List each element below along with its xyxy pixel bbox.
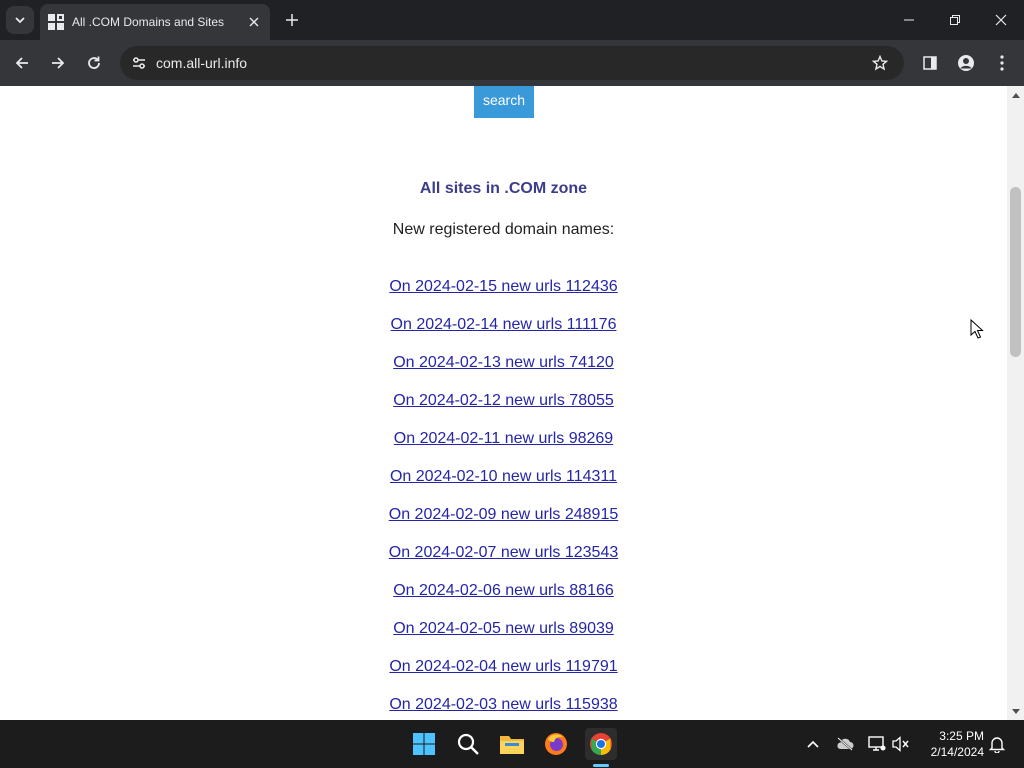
network-button[interactable] [867, 734, 887, 754]
minimize-icon [904, 19, 914, 21]
taskbar: 3:25 PM 2/14/2024 [0, 720, 1024, 768]
search-icon [457, 733, 479, 755]
close-icon [249, 17, 259, 27]
browser-tab[interactable]: All .COM Domains and Sites [40, 4, 270, 40]
tab-title: All .COM Domains and Sites [72, 15, 225, 29]
clock-date: 2/14/2024 [930, 745, 984, 759]
star-icon [872, 55, 888, 71]
firefox-button[interactable] [540, 728, 572, 760]
close-window-button[interactable] [978, 0, 1024, 40]
scrollbar-thumb[interactable] [1010, 187, 1021, 357]
active-app-indicator [593, 764, 609, 767]
site-favicon-icon [48, 14, 64, 30]
profile-icon [958, 55, 974, 71]
chevron-down-icon [15, 17, 25, 24]
search-button[interactable]: search [474, 86, 534, 118]
onedrive-button[interactable] [835, 734, 855, 754]
restore-button[interactable] [932, 0, 978, 40]
browser-toolbar: com.all-url.info [0, 40, 1024, 86]
date-link[interactable]: On 2024-02-09 new urls 248915 [0, 506, 1007, 544]
notifications-button[interactable] [987, 734, 1007, 754]
date-link[interactable]: On 2024-02-03 new urls 115938 [0, 696, 1007, 720]
url-text: com.all-url.info [156, 55, 248, 71]
mouse-cursor-icon [970, 319, 984, 339]
plus-icon [286, 14, 298, 26]
forward-button[interactable] [44, 49, 72, 77]
clock-time: 3:25 PM [939, 729, 984, 743]
chrome-icon [590, 733, 612, 755]
back-button[interactable] [8, 49, 36, 77]
page-title: All sites in .COM zone [419, 180, 588, 197]
speaker-muted-icon [892, 736, 909, 752]
scroll-up-button[interactable] [1007, 86, 1024, 103]
firefox-icon [545, 733, 567, 755]
close-tab-button[interactable] [244, 12, 264, 32]
date-link[interactable]: On 2024-02-05 new urls 89039 [0, 620, 1007, 658]
windows-start-icon [413, 733, 435, 755]
triangle-down-icon [1011, 708, 1020, 714]
minimize-button[interactable] [886, 0, 932, 40]
chevron-up-icon [807, 740, 819, 748]
close-icon [995, 14, 1007, 26]
taskbar-search-button[interactable] [452, 728, 484, 760]
reload-button[interactable] [80, 49, 108, 77]
reload-icon [88, 56, 100, 69]
tab-search-button[interactable] [6, 6, 34, 34]
date-link[interactable]: On 2024-02-04 new urls 119791 [0, 658, 1007, 696]
date-link[interactable]: On 2024-02-10 new urls 114311 [0, 468, 1007, 506]
date-link[interactable]: On 2024-02-11 new urls 98269 [0, 430, 1007, 468]
restore-icon [950, 15, 960, 25]
bookmark-button[interactable] [866, 49, 894, 77]
profile-button[interactable] [952, 49, 980, 77]
file-explorer-icon [500, 736, 524, 754]
side-panel-icon [923, 56, 937, 70]
date-link[interactable]: On 2024-02-13 new urls 74120 [0, 354, 1007, 392]
date-link[interactable]: On 2024-02-14 new urls 111176 [0, 316, 1007, 354]
date-links-list: On 2024-02-15 new urls 112436 On 2024-02… [0, 278, 1007, 720]
cloud-off-icon [837, 737, 854, 751]
page-subtitle: New registered domain names: [392, 221, 615, 238]
side-panel-button[interactable] [916, 49, 944, 77]
more-vert-icon [1000, 55, 1004, 71]
windows-start-button[interactable] [408, 728, 440, 760]
date-link[interactable]: On 2024-02-06 new urls 88166 [0, 582, 1007, 620]
vertical-scrollbar[interactable] [1007, 86, 1024, 720]
date-link[interactable]: On 2024-02-15 new urls 112436 [0, 278, 1007, 316]
system-clock[interactable]: 3:25 PM 2/14/2024 [918, 728, 984, 760]
bell-icon [989, 737, 1005, 753]
show-hidden-icons-button[interactable] [803, 734, 823, 754]
network-icon [868, 736, 886, 751]
new-tab-button[interactable] [280, 8, 304, 32]
tune-icon [133, 57, 145, 69]
volume-button[interactable] [891, 734, 911, 754]
scroll-down-button[interactable] [1007, 703, 1024, 720]
date-link[interactable]: On 2024-02-12 new urls 78055 [0, 392, 1007, 430]
tab-strip: All .COM Domains and Sites [0, 0, 1024, 40]
date-link[interactable]: On 2024-02-07 new urls 123543 [0, 544, 1007, 582]
page-viewport: search All sites in .COM zone New regist… [0, 86, 1024, 720]
page-content: search All sites in .COM zone New regist… [0, 86, 1007, 720]
arrow-right-icon [52, 57, 65, 69]
file-explorer-button[interactable] [496, 728, 528, 760]
menu-button[interactable] [988, 49, 1016, 77]
chrome-button[interactable] [585, 728, 617, 760]
arrow-left-icon [15, 57, 28, 69]
site-info-button[interactable] [124, 48, 154, 78]
address-bar[interactable]: com.all-url.info [120, 46, 904, 80]
triangle-up-icon [1011, 92, 1020, 98]
